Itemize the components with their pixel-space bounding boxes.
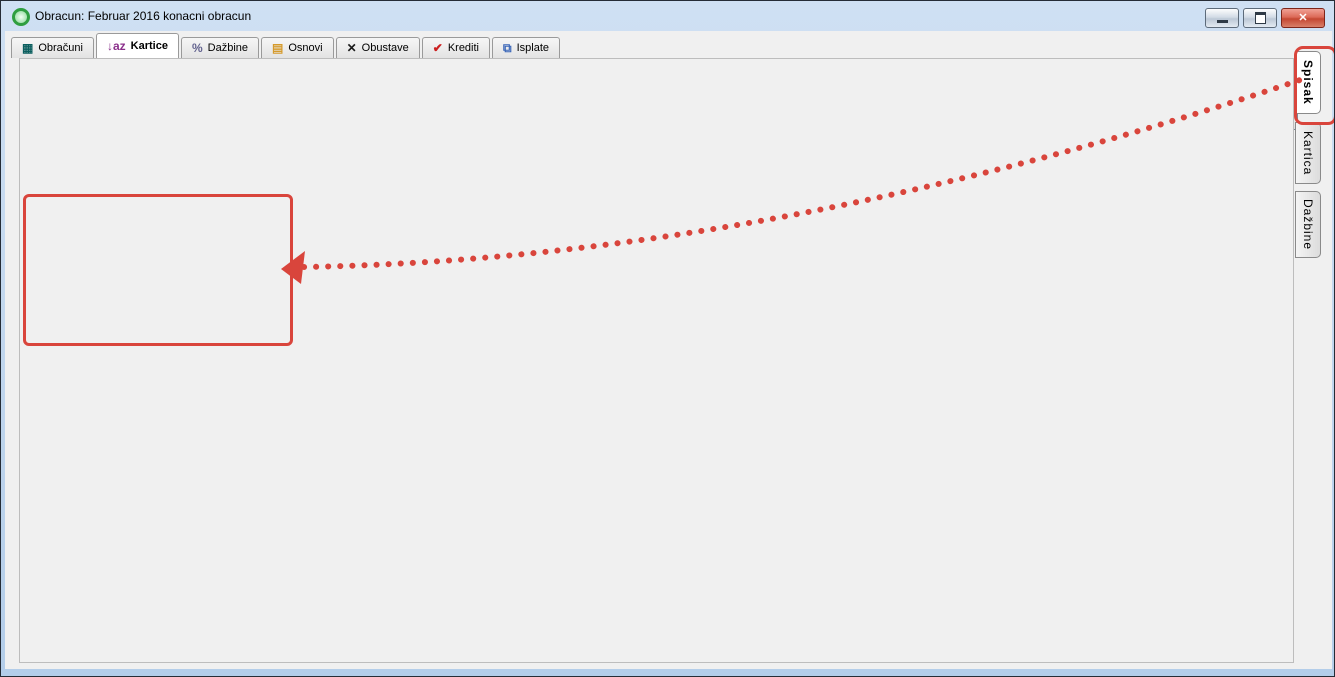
book-icon: ▤: [272, 41, 284, 55]
tab-label: Dažbine: [207, 42, 248, 54]
tab-obustave[interactable]: ✕ Obustave: [335, 37, 420, 58]
copies-icon: ⧉: [503, 41, 512, 55]
tab-krediti[interactable]: ✔ Krediti: [421, 37, 490, 58]
tab-osnovi[interactable]: ▤ Osnovi: [261, 37, 334, 58]
tab-label: Obračuni: [38, 42, 83, 54]
minimize-icon: [1216, 19, 1228, 23]
tab-label: Kartice: [130, 40, 168, 52]
tab-kartice[interactable]: ↓az Kartice: [95, 33, 179, 58]
tab-label: Isplate: [516, 42, 549, 54]
title-bar: Obracun: Februar 2016 konacni obracun ✕: [1, 1, 1334, 31]
tab-dažbine[interactable]: % Dažbine: [180, 37, 259, 58]
close-button[interactable]: ✕: [1281, 8, 1325, 28]
maximize-button[interactable]: [1243, 8, 1277, 28]
app-icon: [12, 8, 30, 26]
calculator-icon: ▦: [22, 41, 34, 55]
tab-isplate[interactable]: ⧉ Isplate: [492, 37, 560, 58]
percent-icon: %: [191, 41, 203, 55]
tab-label: Krediti: [447, 42, 479, 54]
minimize-button[interactable]: [1205, 8, 1239, 28]
x-icon: ✕: [346, 41, 357, 55]
tab-obračuni[interactable]: ▦ Obračuni: [11, 37, 94, 58]
maximize-icon: [1254, 12, 1266, 24]
tab-bar: ▦ Obračuni ↓az Kartice% Dažbine ▤ Osnovi ✕ Obust…: [11, 33, 562, 58]
side-tab-dažbine[interactable]: Dažbine: [1295, 191, 1321, 258]
app-window: Obracun: Februar 2016 konacni obracun ✕ …: [0, 0, 1335, 677]
side-tab-kartica[interactable]: Kartica: [1295, 122, 1321, 184]
check-icon: ✔: [432, 41, 443, 55]
sort-az-icon: ↓az: [106, 39, 126, 53]
window-title: Obracun: Februar 2016 konacni obracun: [35, 9, 252, 23]
side-tab-spisak[interactable]: Spisak: [1295, 51, 1321, 114]
close-icon: ✕: [1298, 11, 1308, 24]
tab-label: Osnovi: [288, 42, 323, 54]
tab-label: Obustave: [361, 42, 409, 54]
main-panel: [19, 58, 1294, 663]
